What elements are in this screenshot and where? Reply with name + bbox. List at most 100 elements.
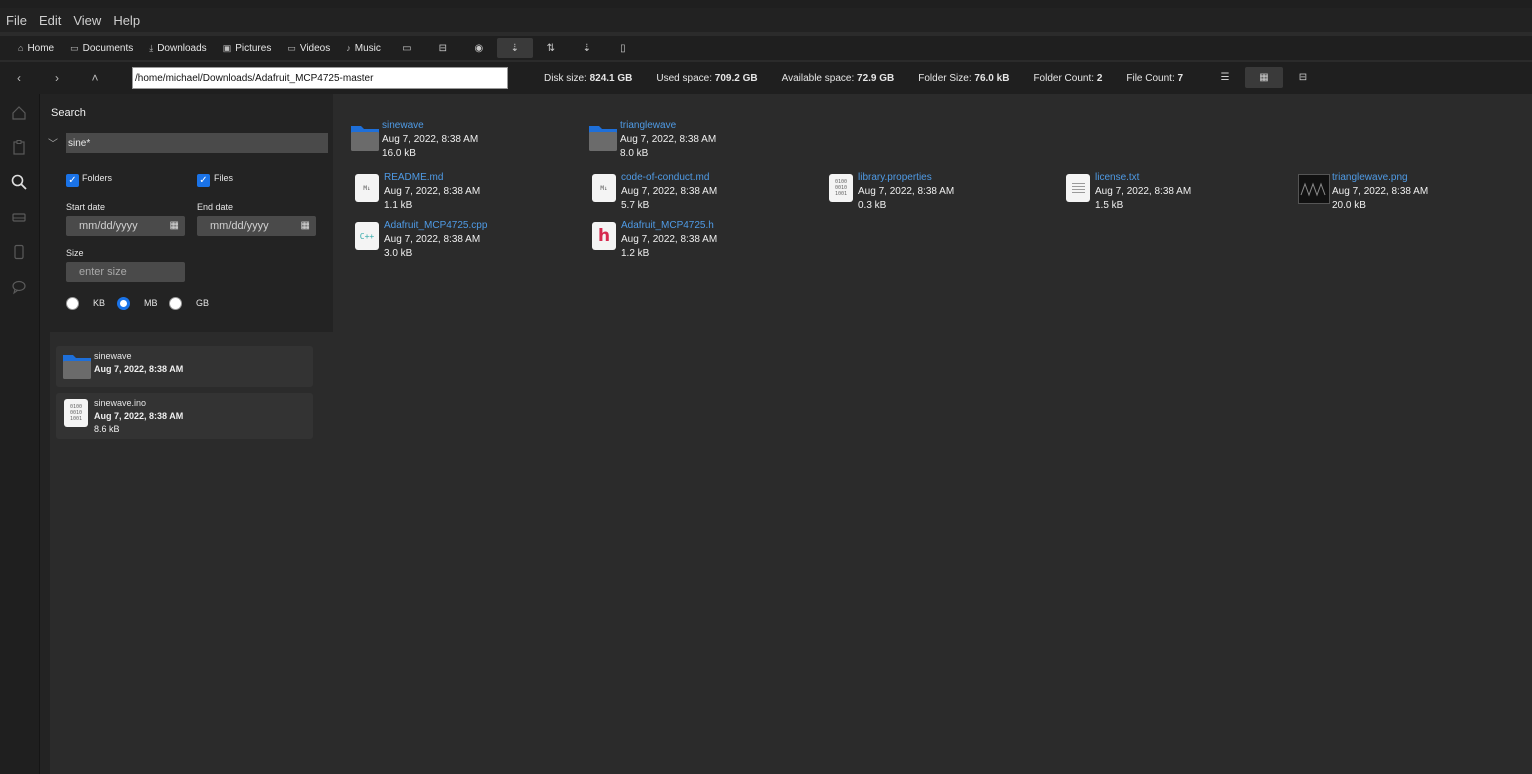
file-item[interactable]: M↓ code-of-conduct.md Aug 7, 2022, 8:38 … — [592, 172, 822, 218]
result-date: Aug 7, 2022, 8:38 AM — [94, 364, 184, 374]
menu-edit[interactable]: Edit — [33, 13, 67, 28]
documents-button[interactable]: ▭ Documents — [62, 38, 141, 58]
toolbar: ⌂ Home ▭ Documents ⤓ Downloads ▣ Pictures ▭ V… — [0, 36, 1532, 60]
result-item[interactable]: 0100 0010 1001 sinewave.ino Aug 7, 2022, 8… — [56, 393, 313, 439]
binary-file-icon: 0100 0010 1001 — [64, 399, 88, 427]
sort-toggle-button[interactable]: ⇅ — [533, 38, 569, 58]
disk-view-button[interactable]: ⊟ — [1284, 67, 1322, 88]
file-name[interactable]: library.properties — [858, 172, 932, 183]
back-button[interactable]: ‹ — [0, 71, 38, 85]
home-button[interactable]: ⌂ Home — [10, 38, 62, 58]
path-input[interactable] — [132, 67, 508, 89]
file-item[interactable]: h Adafruit_MCP4725.h Aug 7, 2022, 8:38 A… — [592, 220, 822, 266]
markdown-file-icon: M↓ — [592, 174, 616, 202]
drive-rail-button[interactable] — [10, 208, 28, 226]
folder-icon — [350, 122, 380, 155]
file-item[interactable]: license.txt Aug 7, 2022, 8:38 AM 1.5 kB — [1066, 172, 1296, 218]
header-file-icon: h — [592, 222, 616, 250]
file-size: 1.2 kB — [621, 248, 650, 259]
home-label: Home — [27, 42, 55, 54]
chevron-left-icon: ‹ — [17, 71, 21, 85]
chat-rail-button[interactable] — [10, 278, 28, 296]
file-grid: sinewave Aug 7, 2022, 8:38 AM 16.0 kB tr… — [333, 94, 1532, 774]
downloads-icon: ⤓ — [149, 42, 154, 53]
up-button[interactable]: ˄ — [76, 71, 114, 85]
videos-button[interactable]: ▭ Videos — [279, 38, 338, 58]
drive-icon: ⊟ — [438, 42, 448, 54]
file-item[interactable]: trianglewave.png Aug 7, 2022, 8:38 AM 20… — [1298, 172, 1528, 218]
calendar-icon[interactable]: ▦ — [170, 216, 179, 236]
sort-toggle-icon: ⇅ — [546, 42, 556, 54]
menu-file[interactable]: File — [0, 13, 33, 28]
file-name[interactable]: trianglewave.png — [1332, 172, 1408, 183]
stat-disk-size: Disk size: 824.1 GB — [544, 72, 633, 84]
file-item[interactable]: C++ Adafruit_MCP4725.cpp Aug 7, 2022, 8:… — [355, 220, 585, 266]
terminal-icon: ▭ — [402, 42, 412, 54]
show-hidden-button[interactable]: ◉ — [461, 38, 497, 58]
stat-folder-count: Folder Count: 2 — [1033, 72, 1103, 84]
file-item[interactable]: 0100 0010 1001 library.properties Aug 7, 2… — [829, 172, 1059, 218]
folder-icon — [588, 122, 618, 155]
unit-gb-radio[interactable] — [169, 297, 182, 310]
file-item[interactable]: trianglewave Aug 7, 2022, 8:38 AM 8.0 kB — [588, 120, 818, 166]
list-view-button[interactable]: ☰ — [1206, 67, 1244, 88]
search-rail-button[interactable] — [10, 173, 28, 191]
file-name[interactable]: README.md — [384, 172, 443, 183]
end-date-input[interactable]: mm/dd/yyyy ▦ — [197, 216, 316, 236]
clipboard-rail-button[interactable] — [10, 138, 28, 156]
file-name[interactable]: Adafruit_MCP4725.h — [621, 220, 714, 231]
music-button[interactable]: ♪ Music — [338, 38, 389, 58]
search-input[interactable] — [66, 133, 328, 153]
end-date-label: End date — [197, 202, 234, 212]
terminal-button[interactable]: ▭ — [389, 38, 425, 58]
files-checkbox[interactable]: ✓ — [197, 174, 210, 187]
sort-asc-icon: ⇣ — [582, 42, 592, 54]
phone-icon — [14, 244, 24, 260]
sort-desc-button[interactable]: ⇣ — [496, 38, 533, 58]
file-name[interactable]: Adafruit_MCP4725.cpp — [384, 220, 487, 231]
search-icon — [11, 174, 27, 190]
file-name[interactable]: trianglewave — [620, 120, 676, 131]
size-input[interactable]: enter size — [66, 262, 185, 282]
disk-stats: Disk size: 824.1 GB Used space: 709.2 GB… — [544, 62, 1207, 94]
menu-view[interactable]: View — [67, 13, 107, 28]
chevron-down-icon[interactable]: ﹀ — [48, 135, 58, 150]
file-date: Aug 7, 2022, 8:38 AM — [621, 234, 718, 245]
menu-help[interactable]: Help — [107, 13, 146, 28]
file-date: Aug 7, 2022, 8:38 AM — [384, 234, 481, 245]
file-item[interactable]: M↓ README.md Aug 7, 2022, 8:38 AM 1.1 kB — [355, 172, 585, 218]
unit-kb-radio[interactable] — [66, 297, 79, 310]
result-item[interactable]: sinewave Aug 7, 2022, 8:38 AM — [56, 346, 313, 387]
forward-button[interactable]: › — [38, 71, 76, 85]
folders-checkbox[interactable]: ✓ — [66, 174, 79, 187]
unit-mb-radio[interactable] — [117, 297, 130, 310]
pictures-button[interactable]: ▣ Pictures — [215, 38, 280, 58]
file-item[interactable]: sinewave Aug 7, 2022, 8:38 AM 16.0 kB — [350, 120, 580, 166]
drive-button[interactable]: ⊟ — [425, 38, 461, 58]
eye-icon: ◉ — [474, 42, 484, 54]
grid-view-button[interactable]: ▦ — [1245, 67, 1283, 88]
home-rail-button[interactable] — [10, 104, 28, 122]
result-name: sinewave.ino — [94, 398, 147, 408]
calendar-icon[interactable]: ▦ — [301, 216, 310, 236]
home-icon — [12, 106, 26, 120]
file-name[interactable]: license.txt — [1095, 172, 1139, 183]
side-icon-rail — [0, 94, 40, 774]
new-file-button[interactable]: ▯ — [605, 38, 641, 58]
grid-icon: ▦ — [1259, 72, 1269, 83]
search-panel: Search ﹀ ✓ Folders ✓ Files Start date En… — [40, 94, 333, 774]
file-name[interactable]: code-of-conduct.md — [621, 172, 709, 183]
file-name[interactable]: sinewave — [382, 120, 424, 131]
check-icon: ✓ — [68, 175, 77, 186]
start-date-input[interactable]: mm/dd/yyyy ▦ — [66, 216, 185, 236]
stat-file-count: File Count: 7 — [1126, 72, 1184, 84]
file-size: 20.0 kB — [1332, 200, 1366, 211]
sort-asc-button[interactable]: ⇣ — [569, 38, 605, 58]
file-date: Aug 7, 2022, 8:38 AM — [1332, 186, 1429, 197]
start-date-label: Start date — [66, 202, 106, 212]
size-label: Size — [66, 248, 84, 258]
device-rail-button[interactable] — [10, 243, 28, 261]
result-size: 8.6 kB — [94, 424, 120, 434]
chevron-right-icon: › — [55, 71, 59, 85]
downloads-button[interactable]: ⤓ Downloads — [141, 38, 214, 58]
